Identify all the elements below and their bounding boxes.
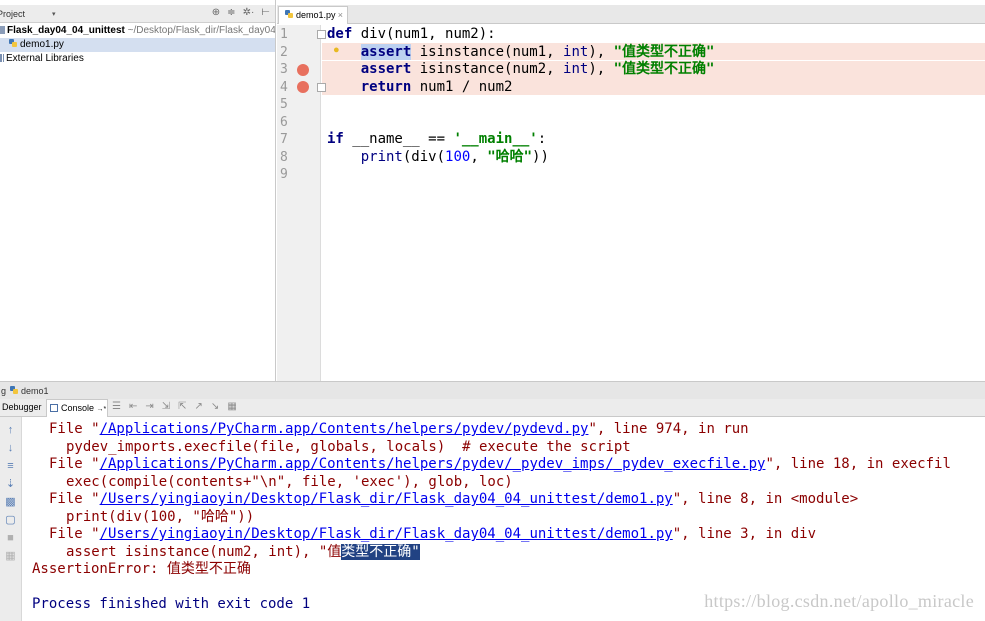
console-file-link[interactable]: /Users/yingiaoyin/Desktop/Flask_dir/Flas… — [100, 491, 673, 507]
console-line: assert isinstance(num2, int), "值类型不正确" — [66, 544, 420, 560]
library-icon — [0, 54, 4, 62]
line-number: 4 — [280, 80, 288, 95]
project-root-name: Flask_day04_04_unittest — [7, 25, 125, 36]
line-number: 6 — [280, 115, 288, 130]
console-line: File "/Users/yingiaoyin/Desktop/Flask_di… — [49, 491, 859, 507]
run-to-cursor-icon[interactable]: ↘ — [211, 401, 219, 412]
collapse-all-icon[interactable]: ≑ — [227, 7, 235, 18]
force-step-into-icon[interactable]: ⇱ — [178, 401, 186, 412]
console-side-toolbar: ↑ ↓ ≡ ⇣ ▩ ▢ ■ ▦ — [0, 417, 22, 621]
code-line-3: assert isinstance(num2, int), "值类型不正确" — [360, 61, 715, 77]
tree-item-label: demo1.py — [20, 39, 64, 50]
line-number: 5 — [280, 97, 288, 112]
code-editor[interactable]: demo1.py × 1 2 3 4 5 6 7 8 9 ● def div(n… — [277, 0, 985, 381]
console-selection: 类型不正确" — [341, 544, 420, 560]
debug-window-prefix: g — [1, 386, 7, 396]
console-file-link[interactable]: /Users/yingiaoyin/Desktop/Flask_dir/Flas… — [100, 526, 673, 542]
python-file-icon — [10, 386, 19, 395]
project-toolbar-icons: ⊕ ≑ ✲· ⊢ — [212, 7, 270, 18]
line-number: 3 — [280, 62, 288, 77]
project-panel: Project ▾ ⊕ ≑ ✲· ⊢ Flask_day04_04_unitte… — [0, 0, 276, 381]
print-icon[interactable]: ▩ — [5, 497, 16, 508]
console-file-link[interactable]: /Applications/PyCharm.app/Contents/helpe… — [100, 421, 589, 437]
process-exit-line: Process finished with exit code 1 — [32, 596, 311, 612]
step-out-icon[interactable]: ↗ — [195, 401, 203, 412]
project-toolbar: Project ▾ ⊕ ≑ ✲· ⊢ — [0, 5, 275, 23]
scroll-from-source-icon[interactable]: ⊕ — [212, 7, 220, 18]
tree-item-demo1[interactable]: demo1.py — [0, 38, 275, 52]
project-root-path: ~/Desktop/Flask_dir/Flask_day04 — [127, 25, 276, 36]
hide-panel-icon[interactable]: ⊢ — [261, 7, 270, 18]
code-line-7: if __name__ == '__main__': — [327, 131, 547, 147]
debug-toolbar: ☰ ⇤ ⇥ ⇲ ⇱ ↗ ↘ ▦ — [112, 401, 237, 412]
tab-demo1[interactable]: demo1.py × — [278, 6, 348, 24]
stop-icon[interactable]: ■ — [5, 533, 16, 544]
settings-icon[interactable]: ▦ — [5, 551, 16, 562]
fold-icon[interactable] — [317, 30, 326, 39]
selected-keyword: assert — [360, 44, 412, 60]
tree-item-label: External Libraries — [6, 53, 84, 64]
watermark: https://blog.csdn.net/apollo_miracle — [704, 591, 974, 611]
step-into-icon[interactable]: ⇥ — [145, 401, 153, 412]
arrow-up-icon[interactable]: ↑ — [5, 425, 16, 436]
line-number: 2 — [280, 45, 288, 60]
soft-wrap-icon[interactable]: ≡ — [5, 461, 16, 472]
debug-tab-bar: Debugger Console →* ☰ ⇤ ⇥ ⇲ ⇱ ↗ ↘ ▦ — [0, 399, 985, 417]
debug-window-header: g demo1 — [0, 381, 985, 399]
evaluate-expression-icon[interactable]: ▦ — [227, 401, 236, 412]
folder-icon — [0, 26, 5, 34]
code-line-8: print(div(100, "哈哈")) — [360, 149, 549, 165]
line-number: 7 — [280, 132, 288, 147]
fold-icon[interactable] — [317, 83, 326, 92]
scroll-to-end-icon[interactable]: ⇣ — [5, 479, 16, 490]
tree-item-external-libraries[interactable]: External Libraries — [0, 52, 84, 66]
console-icon — [50, 404, 58, 412]
trash-icon[interactable]: ▢ — [5, 515, 16, 526]
line-number: 8 — [280, 150, 288, 165]
tab-console[interactable]: Console →* — [46, 399, 108, 417]
debug-config-name[interactable]: demo1 — [21, 386, 49, 396]
arrow-down-icon[interactable]: ↓ — [5, 443, 16, 454]
python-file-icon — [9, 39, 18, 48]
code-line-2: assert isinstance(num1, int), "值类型不正确" — [360, 44, 715, 60]
code-line-4: return num1 / num2 — [360, 79, 513, 95]
line-number: 9 — [280, 167, 288, 182]
tab-debugger[interactable]: Debugger — [2, 402, 42, 412]
step-into-my-code-icon[interactable]: ⇲ — [162, 401, 170, 412]
console-file-link[interactable]: /Applications/PyCharm.app/Contents/helpe… — [100, 456, 766, 472]
tab-label: demo1.py — [296, 10, 336, 20]
breakpoint-icon[interactable] — [297, 64, 309, 76]
close-icon[interactable]: × — [338, 7, 343, 23]
chevron-down-icon[interactable]: ▾ — [52, 10, 56, 18]
console-line: print(div(100, "哈哈")) — [66, 509, 255, 525]
editor-tab-bar: demo1.py × — [277, 5, 985, 24]
console-line: File "/Users/yingiaoyin/Desktop/Flask_di… — [49, 526, 817, 542]
code-line-1: def div(num1, num2): — [327, 26, 496, 42]
python-file-icon — [285, 10, 294, 19]
tree-item-project-root[interactable]: Flask_day04_04_unittest ~/Desktop/Flask_… — [0, 24, 276, 38]
gear-icon[interactable]: ✲· — [243, 7, 255, 18]
step-over-icon[interactable]: ⇤ — [129, 401, 137, 412]
console-line: File "/Applications/PyCharm.app/Contents… — [49, 456, 951, 472]
console-line: pydev_imports.execfile(file, globals, lo… — [66, 439, 631, 455]
breakpoint-icon[interactable] — [297, 81, 309, 93]
line-number: 1 — [280, 27, 288, 42]
console-line: File "/Applications/PyCharm.app/Contents… — [49, 421, 749, 437]
show-execution-point-icon[interactable]: ☰ — [112, 401, 121, 412]
project-view-selector[interactable]: Project — [0, 9, 25, 19]
assertion-error-line: AssertionError: 值类型不正确 — [32, 561, 251, 577]
console-line: exec(compile(contents+"\n", file, 'exec'… — [66, 474, 513, 490]
